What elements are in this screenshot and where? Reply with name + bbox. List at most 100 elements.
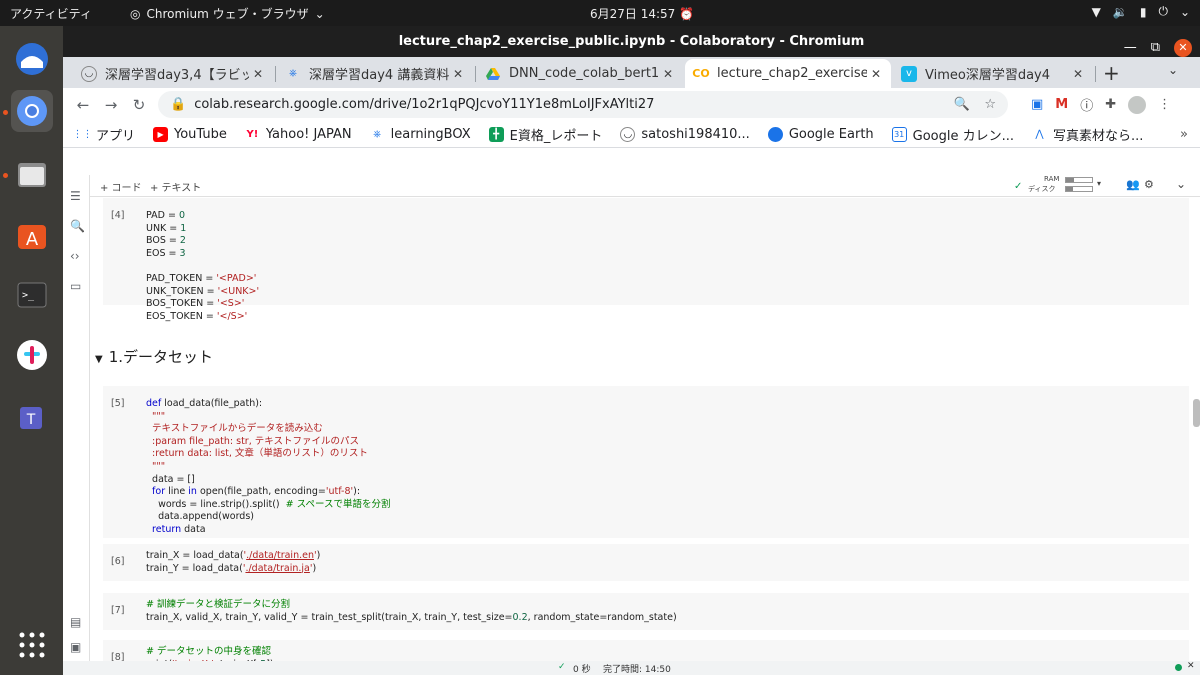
disk-label: ディスク [1028, 185, 1056, 193]
activities-button[interactable]: アクティビティ [10, 5, 92, 22]
forward-button[interactable]: → [100, 96, 122, 114]
more-bookmarks-icon[interactable]: » [1180, 127, 1188, 142]
bookmark-yahoo[interactable]: Y! Yahoo! JAPAN [245, 127, 351, 142]
avatar[interactable] [1128, 95, 1147, 114]
bookmark-e-report[interactable]: ╋ E資格_レポート [488, 125, 602, 144]
bookmark-label: learningBOX [390, 126, 471, 142]
close-tab-icon[interactable]: ✕ [659, 67, 677, 81]
files-icon[interactable]: ▭ [70, 279, 81, 293]
cell-source[interactable]: PAD = 0 UNK = 1 BOS = 2 EOS = 3 PAD_TOKE… [146, 210, 259, 323]
wifi-icon: ▼ [1091, 4, 1101, 19]
section-title: 1.データセット [108, 348, 214, 366]
app-menu[interactable]: ◎ Chromium ウェブ・ブラウザ ⌄ [130, 5, 325, 22]
cell-source[interactable]: train_X = load_data('./data/train.en') t… [146, 550, 320, 575]
extensions-icon[interactable]: ✚ [1105, 97, 1116, 112]
cell-source[interactable]: # データセットの中身を確認 print('train_X:', train_X… [146, 646, 274, 661]
bookmark-star-icon[interactable]: ☆ [984, 97, 996, 112]
info-extension-icon[interactable]: ⓘ [1080, 95, 1093, 114]
bookmark-learningbox[interactable]: ⎈ learningBOX [370, 127, 471, 142]
window-titlebar[interactable]: lecture_chap2_exercise_public.ipynb - Co… [63, 26, 1200, 57]
bookmark-google-earth[interactable]: Google Earth [767, 126, 874, 142]
tab-2[interactable]: DNN_code_colab_bert1b ✕ [477, 59, 683, 88]
cell-execution-count: [8] [111, 652, 125, 661]
tab-3[interactable]: CO lecture_chap2_exercise_ ✕ [685, 59, 891, 88]
files-icon[interactable] [11, 153, 53, 195]
table-of-contents-icon[interactable]: ☰ [70, 189, 81, 203]
terminal-icon[interactable]: >_ [11, 274, 53, 316]
tab-0[interactable]: ◡ 深層学習day3,4【ラビッ ✕ [73, 59, 273, 88]
close-tab-icon[interactable]: ✕ [449, 67, 467, 81]
bookmark-youtube[interactable]: ▶ YouTube [153, 126, 227, 142]
tab-title: Vimeo深層学習day4 [925, 68, 1051, 83]
colab-page: ☰ 🔍 ‹› ▭ ▤ ▣ + コード + テキスト ✓ RAM ディスク ▾ 👥… [63, 175, 1200, 661]
new-tab-button[interactable]: + [1103, 61, 1120, 85]
svg-text:T: T [26, 412, 36, 428]
code-cell-8[interactable]: [8] # データセットの中身を確認 print('train_X:', tra… [103, 640, 1189, 661]
scrollbar-thumb[interactable] [1193, 399, 1200, 427]
thunderbird-icon[interactable] [11, 38, 53, 80]
share-people-icon[interactable]: 👥 [1126, 178, 1140, 191]
bookmark-satoshi[interactable]: ◡ satoshi198410... [620, 126, 750, 142]
section-heading[interactable]: ▼ 1.データセット [95, 346, 213, 367]
software-center-icon[interactable]: A [11, 214, 53, 256]
app-name: Chromium ウェブ・ブラウザ [146, 7, 309, 21]
close-tab-icon[interactable]: ✕ [867, 67, 885, 81]
bookmarks-bar: ⋮⋮ アプリ ▶ YouTube Y! Yahoo! JAPAN ⎈ learn… [63, 121, 1200, 148]
teams-icon[interactable]: T [11, 396, 53, 438]
zoom-search-icon[interactable]: 🔍 [954, 97, 970, 112]
bookmark-apps[interactable]: ⋮⋮ アプリ [73, 125, 136, 144]
code-cell-7[interactable]: [7] # 訓練データと検証データに分割 train_X, valid_X, t… [103, 593, 1189, 630]
bookmark-label: satoshi198410... [641, 126, 750, 142]
chevron-down-icon: ⌄ [1179, 4, 1190, 19]
resource-monitor[interactable]: ✓ RAM ディスク ▾ [1014, 175, 1104, 197]
menu-icon[interactable]: ⋮ [1158, 97, 1171, 112]
system-tray[interactable]: ▼ 🔉 ▮ ⏻ ⌄ [1092, 4, 1190, 19]
add-text-button[interactable]: + テキスト [150, 179, 201, 194]
back-button[interactable]: ← [72, 96, 94, 114]
slack-icon[interactable] [11, 334, 53, 376]
bookmark-photo[interactable]: ⋀ 写真素材なら... [1032, 125, 1143, 144]
search-icon[interactable]: 🔍 [70, 219, 85, 233]
tab-1[interactable]: ⎈ 深層学習day4 講義資料 ✕ [277, 59, 473, 88]
sheets-icon: ╋ [488, 126, 504, 142]
ghost-icon: ◡ [620, 126, 636, 142]
tab-title: DNN_code_colab_bert1b [509, 66, 659, 81]
clock-text: 6月27日 14:57 [590, 7, 676, 21]
bookmark-label: 写真素材なら... [1053, 128, 1144, 144]
learningbox-icon: ⎈ [289, 68, 297, 79]
cell-source[interactable]: def load_data(file_path): """ テキストファイルから… [146, 398, 391, 537]
collapse-chevron-icon[interactable]: ⌄ [1176, 177, 1186, 191]
gmail-icon[interactable]: M [1055, 97, 1068, 112]
tab-search-button[interactable]: ⌄ [1168, 63, 1178, 77]
cast-extension-icon[interactable]: ▣ [1031, 97, 1043, 112]
tab-separator [1095, 66, 1096, 82]
ram-label: RAM [1044, 175, 1060, 183]
system-top-bar: アクティビティ ◎ Chromium ウェブ・ブラウザ ⌄ 6月27日 14:5… [0, 0, 1200, 26]
clock[interactable]: 6月27日 14:57 ⏰ [590, 5, 694, 22]
code-cell-5[interactable]: [5] def load_data(file_path): """ テキストファ… [103, 386, 1189, 538]
add-code-button[interactable]: + コード [100, 179, 142, 194]
close-tab-icon[interactable]: ✕ [1069, 67, 1087, 81]
alarm-icon: ⏰ [679, 7, 695, 21]
code-cell-6[interactable]: [6] train_X = load_data('./data/train.en… [103, 544, 1189, 581]
chromium-icon: ◎ [130, 6, 141, 21]
code-cell-4[interactable]: [4] PAD = 0 UNK = 1 BOS = 2 EOS = 3 PAD_… [103, 198, 1189, 322]
show-apps-icon[interactable] [11, 624, 53, 666]
collapse-triangle-icon[interactable]: ▼ [95, 354, 103, 365]
notebook-scroll-area[interactable]: [4] PAD = 0 UNK = 1 BOS = 2 EOS = 3 PAD_… [90, 198, 1200, 661]
tab-4[interactable]: v Vimeo深層学習day4 ✕ [893, 59, 1093, 88]
close-icon[interactable]: ✕ [1187, 661, 1195, 671]
reload-button[interactable]: ↻ [128, 96, 150, 114]
check-icon: ✓ [1014, 181, 1023, 192]
close-button[interactable]: ✕ [1174, 38, 1192, 57]
terminal-icon[interactable]: ▣ [70, 640, 81, 654]
cell-source[interactable]: # 訓練データと検証データに分割 train_X, valid_X, train… [146, 599, 677, 624]
command-palette-icon[interactable]: ▤ [70, 615, 81, 629]
omnibox[interactable]: 🔒 colab.research.google.com/drive/1o2r1q… [158, 91, 1008, 118]
chromium-icon[interactable] [11, 90, 53, 132]
close-tab-icon[interactable]: ✕ [249, 67, 267, 81]
code-snippets-icon[interactable]: ‹› [70, 249, 80, 263]
bookmark-google-calendar[interactable]: 31 Google カレン... [891, 125, 1014, 144]
dock: A >_ T [0, 26, 63, 675]
settings-gear-icon[interactable]: ⚙ [1144, 178, 1154, 191]
